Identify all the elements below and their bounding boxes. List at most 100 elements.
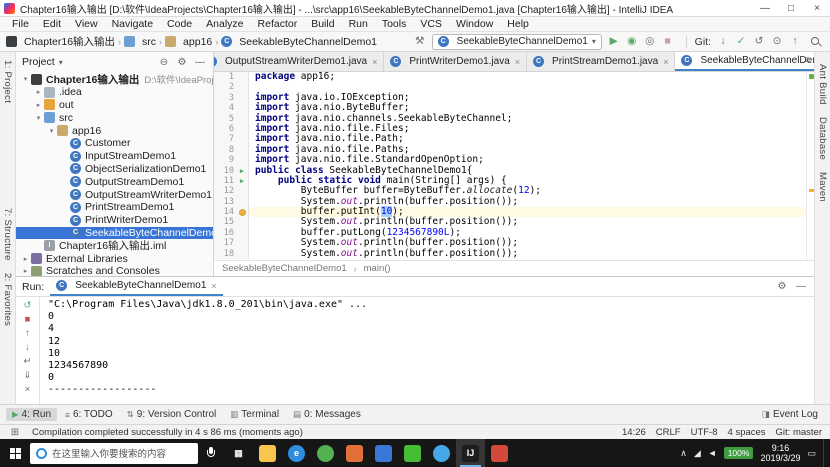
tree-item[interactable]: PrintWriterDemo1 [16,214,213,227]
breadcrumb-item[interactable]: app16 [165,36,212,48]
file-explorer-icon[interactable] [253,439,282,467]
microphone-icon[interactable] [198,439,224,467]
tree-item[interactable]: OutputStreamDemo1 [16,175,213,188]
editor-tab[interactable]: PrintWriterDemo1.java× [384,52,527,71]
tool-window-stripe-database[interactable]: Database [817,117,828,160]
settings-gear-icon[interactable]: ⚙ [775,280,789,294]
tree-item[interactable]: SeekableByteChannelDemo1 [16,227,213,240]
office-orange-icon[interactable] [340,439,369,467]
tree-item[interactable]: ▸External Libraries [16,252,213,265]
expand-arrow-icon[interactable]: ▸ [20,255,31,263]
debug-button[interactable]: ◉ [624,34,640,50]
maximize-button[interactable]: □ [778,0,804,16]
chevron-down-icon[interactable]: ▾ [59,58,63,67]
close-tab-icon[interactable]: × [211,281,216,291]
menu-item-file[interactable]: File [5,18,36,30]
up-stack-trace-icon[interactable]: ↑ [20,327,36,340]
tree-item[interactable]: ▾src [16,111,213,124]
editor-tab[interactable]: SeekableByteChannelDemo1.java× [675,52,814,71]
intellij-idea-icon[interactable]: IJ [456,439,485,467]
menu-item-help[interactable]: Help [500,18,536,30]
app-red-icon[interactable] [485,439,514,467]
tree-item[interactable]: OutputStreamWriterDemo1 [16,188,213,201]
line-separator[interactable]: CRLF [656,427,681,438]
tool-window-stripe-ant-build[interactable]: Ant Build [817,64,828,105]
breadcrumb-item[interactable]: SeekableByteChannelDemo1 [221,36,377,48]
hide-panel-icon[interactable]: — [794,280,808,294]
tool-window-terminal[interactable]: ▥Terminal [224,408,285,421]
soft-wrap-icon[interactable]: ↵ [20,355,36,368]
warning-marker[interactable] [809,189,814,192]
tool-window-run[interactable]: ▶4: Run [6,408,57,421]
tree-item[interactable]: ▾Chapter16输入输出D:\软件\IdeaProjects\Chapte [16,73,213,86]
menu-item-analyze[interactable]: Analyze [199,18,250,30]
stop-process-button[interactable]: ■ [20,313,36,326]
tool-window-messages[interactable]: ▤0: Messages [287,408,367,421]
app-blue-icon[interactable] [369,439,398,467]
tool-window-stripe-maven[interactable]: Maven [817,172,828,202]
git-update-button[interactable]: ↓ [715,34,731,50]
status-message[interactable]: Compilation completed successfully in 4 … [32,427,612,438]
run-button[interactable]: ▶ [606,34,622,50]
menu-item-vcs[interactable]: VCS [413,18,449,30]
editor-tab[interactable]: PrintStreamDemo1.java× [527,52,675,71]
tool-window-switcher-icon[interactable]: ⊞ [8,425,22,439]
show-desktop-button[interactable] [823,439,827,467]
console-output[interactable]: "C:\Program Files\Java\jdk1.8.0_201\bin\… [40,297,814,404]
menu-item-run[interactable]: Run [342,18,375,30]
notification-center-icon[interactable]: ▭ [807,448,816,459]
menu-item-tools[interactable]: Tools [375,18,414,30]
project-view-title[interactable]: Project [22,56,55,68]
start-button[interactable] [0,439,30,467]
breadcrumb-item[interactable]: Chapter16输入输出 [6,34,115,49]
tree-item[interactable]: Customer [16,137,213,150]
run-configuration-select[interactable]: SeekableByteChannelDemo1 ▾ [432,34,602,50]
tool-window-stripe-project[interactable]: 1: Project [2,60,13,103]
scroll-to-end-icon[interactable]: ⇓ [20,369,36,382]
network-icon[interactable]: ◢ [694,448,701,459]
editor-breadcrumb-item[interactable]: SeekableByteChannelDemo1 [222,263,347,274]
tree-item[interactable]: PrintStreamDemo1 [16,201,213,214]
settings-gear-icon[interactable]: ⚙ [175,55,189,69]
code-editor[interactable]: 1package app16;23import java.io.IOExcept… [214,72,814,260]
tree-item[interactable]: ▸out [16,99,213,112]
event-log-button[interactable]: ◨Event Log [756,408,824,421]
git-rollback-button[interactable]: ↺ [751,34,767,50]
expand-arrow-icon[interactable]: ▾ [33,114,44,122]
menu-item-view[interactable]: View [68,18,105,30]
tool-window-version-control[interactable]: ⇅9: Version Control [121,408,223,421]
menu-item-refactor[interactable]: Refactor [251,18,305,30]
tree-item[interactable]: ObjectSerializationDemo1 [16,163,213,176]
git-branch[interactable]: Git: master [776,427,822,438]
taskbar-search-input[interactable]: 在这里输入你要搜索的内容 [30,443,198,464]
search-everywhere-icon[interactable] [810,36,821,47]
build-project-button[interactable]: ⚒ [412,34,428,50]
rerun-button[interactable]: ↺ [20,299,36,312]
expand-arrow-icon[interactable]: ▾ [20,75,31,83]
intention-bulb-icon[interactable] [236,207,249,217]
menu-item-edit[interactable]: Edit [36,18,68,30]
expand-arrow-icon[interactable]: ▸ [33,88,44,96]
close-tab-icon[interactable]: × [515,57,520,67]
tabs-menu-icon[interactable]: ≡ [805,55,811,66]
cursor-position[interactable]: 14:26 [622,427,646,438]
tool-window-todo[interactable]: ≡6: TODO [59,408,119,421]
expand-arrow-icon[interactable]: ▾ [46,127,57,135]
editor-tab[interactable]: OutputStreamWriterDemo1.java× [214,52,384,71]
collapse-all-icon[interactable]: ⊖ [157,55,171,69]
wechat-icon[interactable] [398,439,427,467]
taskbar-clock[interactable]: 9:16 2019/3/29 [760,443,800,464]
close-tab-icon[interactable]: × [663,57,668,67]
tree-item[interactable]: ▸.idea [16,86,213,99]
browser-green-icon[interactable] [311,439,340,467]
close-tab-icon[interactable]: × [372,57,377,67]
task-view-button[interactable]: ▦ [224,439,253,467]
run-line-icon[interactable]: ▶ [236,176,249,186]
clear-console-icon[interactable]: × [20,383,36,396]
file-encoding[interactable]: UTF-8 [691,427,718,438]
breadcrumb-item[interactable]: src [124,36,156,48]
tree-item[interactable]: ▸Scratches and Consoles [16,265,213,276]
down-stack-trace-icon[interactable]: ↓ [20,341,36,354]
tree-item[interactable]: Chapter16输入输出.iml [16,239,213,252]
close-button[interactable]: × [804,0,830,16]
